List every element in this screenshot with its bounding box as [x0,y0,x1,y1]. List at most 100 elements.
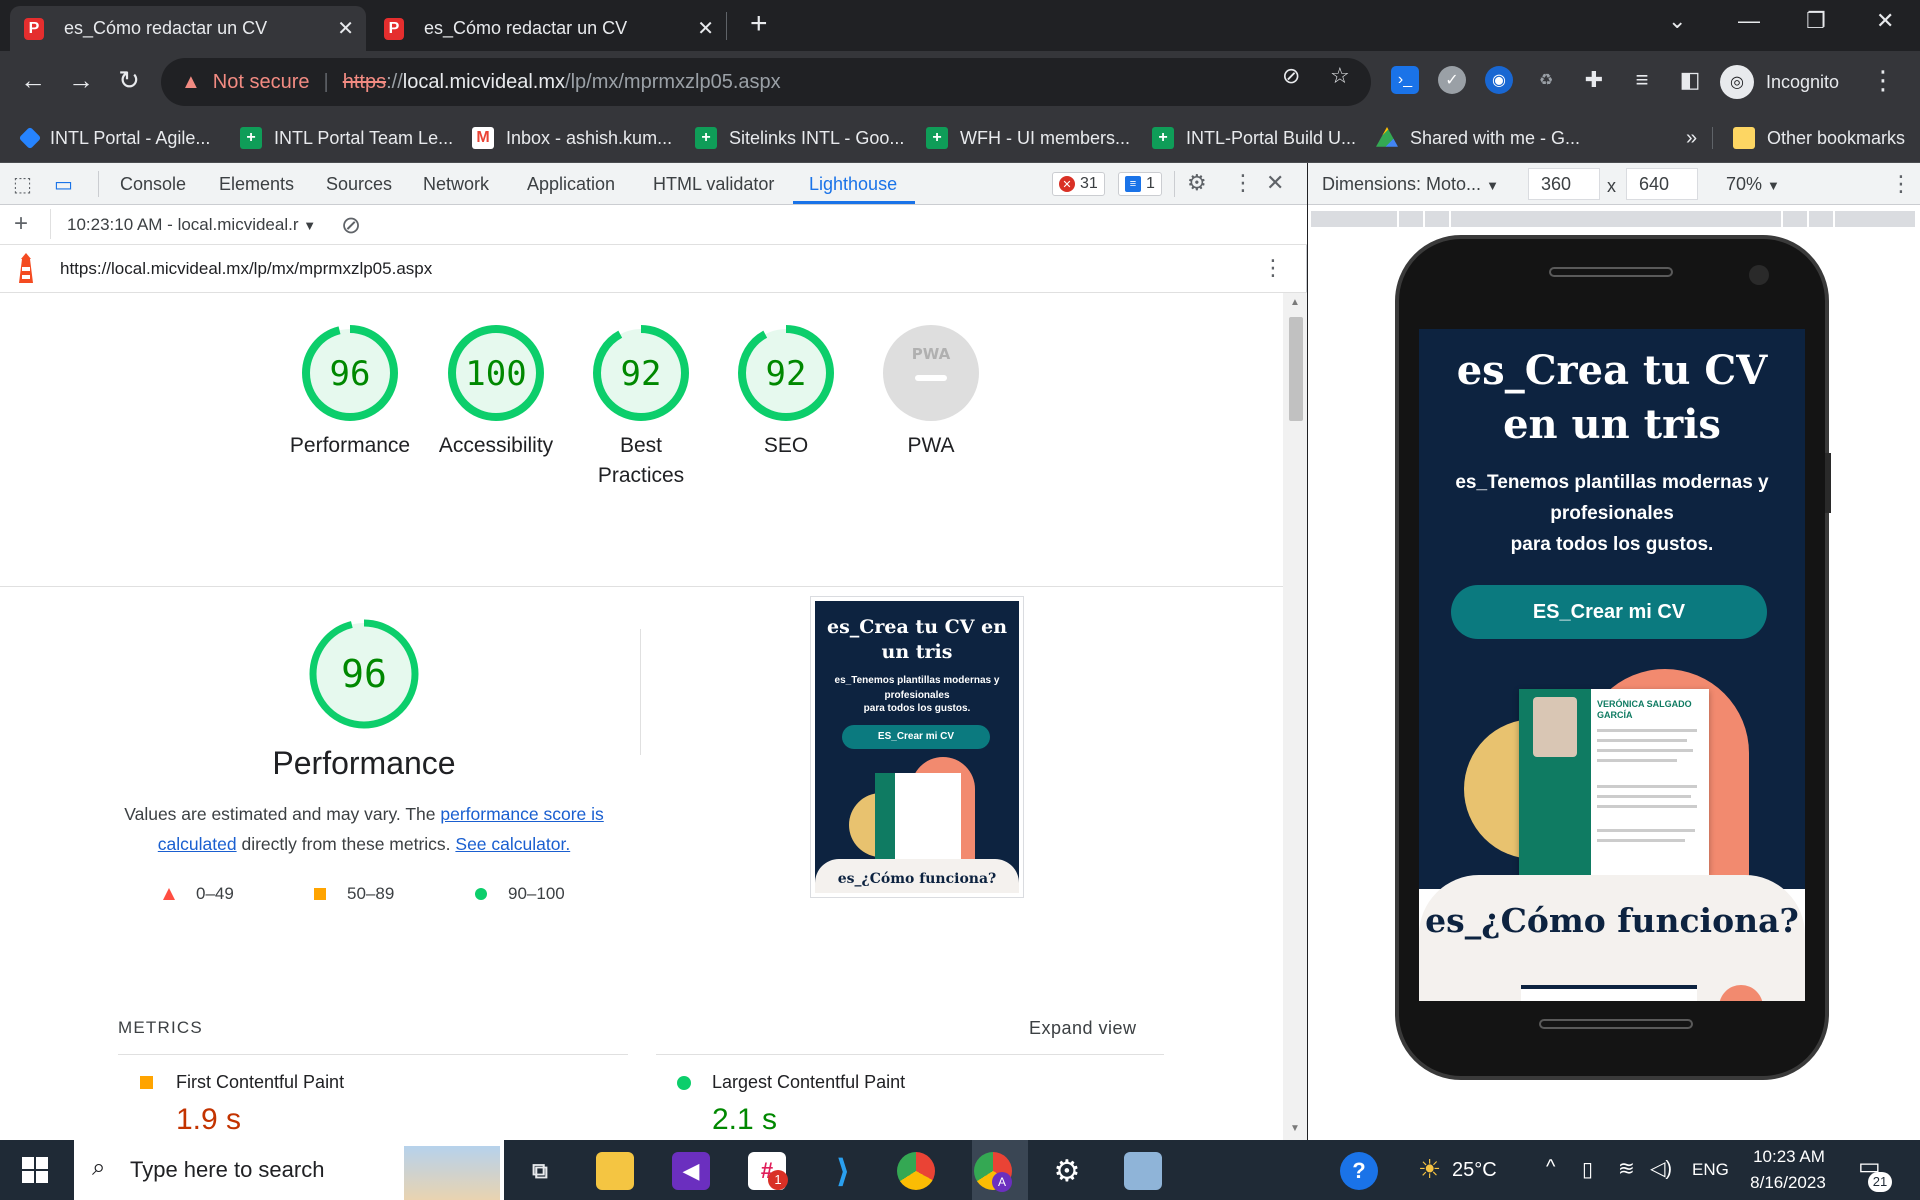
report-url[interactable]: https://local.micvideal.mx/lp/mx/mprmxzl… [60,259,432,279]
recycle-extension-icon[interactable]: ♻ [1532,66,1560,94]
viewport-height-input[interactable]: 640 [1626,168,1698,200]
tab-strip: P es_Cómo redactar un CV ✕ P es_Cómo red… [0,0,1920,51]
new-tab-icon[interactable]: + [750,7,768,41]
scroll-up-icon[interactable]: ▲ [1290,297,1300,308]
task-view-icon[interactable]: ⧉ [521,1152,559,1190]
side-panel-icon[interactable]: ◧ [1676,66,1704,94]
language-indicator[interactable]: ENG [1692,1160,1729,1180]
browser-tab-2[interactable]: P es_Cómo redactar un CV ✕ [370,6,726,51]
ruler-segment[interactable] [1399,211,1423,227]
bookmark-item[interactable]: INTL Portal - Agile... [18,123,210,153]
taskbar-search-box[interactable]: ⌕ Type here to search [74,1140,504,1200]
back-icon[interactable]: ← [16,65,50,96]
app-folder-icon[interactable] [1124,1152,1162,1190]
device-toolbar-menu-icon[interactable]: ⋮ [1890,171,1912,197]
vscode-icon[interactable]: ⟩ [824,1152,862,1190]
bookmark-item[interactable]: M Inbox - ashish.kum... [472,123,672,153]
bookmarks-overflow-button[interactable]: » [1686,123,1697,153]
media-query-ruler[interactable] [1308,205,1920,229]
create-cv-button[interactable]: ES_Crear mi CV [1451,585,1767,639]
tab-application[interactable]: Application [527,174,615,195]
bookmark-star-icon[interactable]: ☆ [1330,63,1350,89]
gauge-pwa[interactable]: PWA PWA [855,325,1007,461]
settings-gear-icon[interactable]: ⚙ [1048,1152,1086,1190]
gauge-best-practices[interactable]: 92 Best Practices [565,325,717,491]
tray-device-icon[interactable]: ▯ [1582,1157,1593,1182]
device-selector[interactable]: Dimensions: Moto... ▼ [1322,174,1499,195]
report-scrollbar[interactable]: ▲ ▼ [1283,293,1307,1140]
zoom-selector[interactable]: 70% ▼ [1726,174,1780,195]
ruler-segment[interactable] [1783,211,1807,227]
browser-tab-1[interactable]: P es_Cómo redactar un CV ✕ [10,6,366,51]
device-toolbar: Dimensions: Moto... ▼ 360 x 640 70% ▼ ⋮ [1308,163,1920,205]
close-tab-icon[interactable]: ✕ [697,16,714,41]
extensions-puzzle-icon[interactable]: ✚ [1580,66,1608,94]
gauge-performance[interactable]: 96 Performance [274,325,426,461]
address-bar[interactable]: ▲ Not secure | https :// local.micvideal… [161,58,1371,106]
windows-start-icon[interactable] [22,1157,48,1183]
see-calculator-link[interactable]: See calculator. [455,834,570,854]
checkmark-extension-icon[interactable]: ✓ [1438,66,1466,94]
circle-extension-icon[interactable]: ◉ [1485,66,1513,94]
scroll-down-icon[interactable]: ▼ [1290,1123,1300,1134]
reload-icon[interactable]: ↻ [112,65,146,96]
ruler-segment[interactable] [1425,211,1449,227]
ruler-segment[interactable] [1311,211,1397,227]
bookmark-item[interactable]: + INTL Portal Team Le... [240,123,453,153]
tab-sources[interactable]: Sources [326,174,392,195]
restore-icon[interactable]: ❐ [1806,8,1826,34]
bookmark-item[interactable]: + INTL-Portal Build U... [1152,123,1356,153]
ruler-segment[interactable] [1451,211,1781,227]
tab-elements[interactable]: Elements [219,174,294,195]
close-window-icon[interactable]: ✕ [1876,8,1894,34]
powershell-extension-icon[interactable]: ›_ [1391,66,1419,94]
devtools-menu-icon[interactable]: ⋮ [1232,170,1254,196]
inspect-element-icon[interactable]: ⬚ [13,172,32,197]
file-explorer-icon[interactable] [596,1152,634,1190]
weather-sun-icon[interactable]: ☀ [1418,1154,1441,1185]
tab-html-validator[interactable]: HTML validator [653,174,774,195]
forward-icon[interactable]: → [64,65,98,96]
report-menu-icon[interactable]: ⋮ [1262,255,1284,281]
kebab-menu-icon[interactable]: ⋮ [1866,65,1900,96]
clear-reports-icon[interactable]: ⊘ [341,211,361,240]
ruler-segment[interactable] [1809,211,1833,227]
help-icon[interactable]: ? [1340,1152,1378,1190]
settings-gear-icon[interactable]: ⚙ [1187,170,1207,196]
incognito-profile[interactable]: ◎ Incognito [1720,58,1880,106]
other-bookmarks[interactable]: Other bookmarks [1733,123,1905,153]
viewport-width-input[interactable]: 360 [1528,168,1600,200]
bookmark-item[interactable]: Shared with me - G... [1376,123,1580,153]
visual-studio-icon[interactable]: ◀ [672,1152,710,1190]
tab-lighthouse[interactable]: Lighthouse [809,174,897,195]
clock-time[interactable]: 10:23 AM [1746,1147,1832,1167]
weather-temp[interactable]: 25°C [1452,1159,1497,1182]
tab-console[interactable]: Console [120,174,186,195]
reading-list-icon[interactable]: ≡ [1628,66,1656,94]
eye-off-icon[interactable]: ⊘ [1282,63,1300,89]
tray-chevron-icon[interactable]: ^ [1546,1156,1555,1179]
errors-badge[interactable]: ✕ 31 [1052,172,1105,196]
device-toolbar-icon[interactable]: ▭ [54,172,73,197]
bookmark-item[interactable]: + Sitelinks INTL - Goo... [695,123,904,153]
tab-network[interactable]: Network [423,174,489,195]
gauge-seo[interactable]: 92 SEO [710,325,862,461]
close-tab-icon[interactable]: ✕ [337,16,354,41]
minimize-icon[interactable]: — [1738,8,1760,34]
new-report-icon[interactable]: + [14,210,28,238]
tab-search-chevron-icon[interactable]: ⌄ [1668,8,1686,34]
page-screenshot-thumbnail[interactable]: es_Crea tu CV en un tris es_Tenemos plan… [810,596,1024,898]
chrome-icon[interactable] [897,1152,935,1190]
expand-view-toggle[interactable]: Expand view [1029,1018,1137,1039]
scrollbar-thumb[interactable] [1289,317,1303,421]
clock-date[interactable]: 8/16/2023 [1742,1173,1834,1193]
bookmark-item[interactable]: + WFH - UI members... [926,123,1130,153]
volume-icon[interactable]: ◁) [1650,1156,1672,1181]
ruler-segment[interactable] [1835,211,1915,227]
gauge-accessibility[interactable]: 100 Accessibility [420,325,572,461]
close-devtools-icon[interactable]: ✕ [1266,170,1284,196]
wifi-icon[interactable]: ≋ [1618,1156,1635,1181]
not-secure-label[interactable]: Not secure [213,71,310,94]
messages-badge[interactable]: ≡ 1 [1118,172,1162,196]
report-selector[interactable]: 10:23:10 AM - local.micvideal.r ▼ [67,215,316,235]
